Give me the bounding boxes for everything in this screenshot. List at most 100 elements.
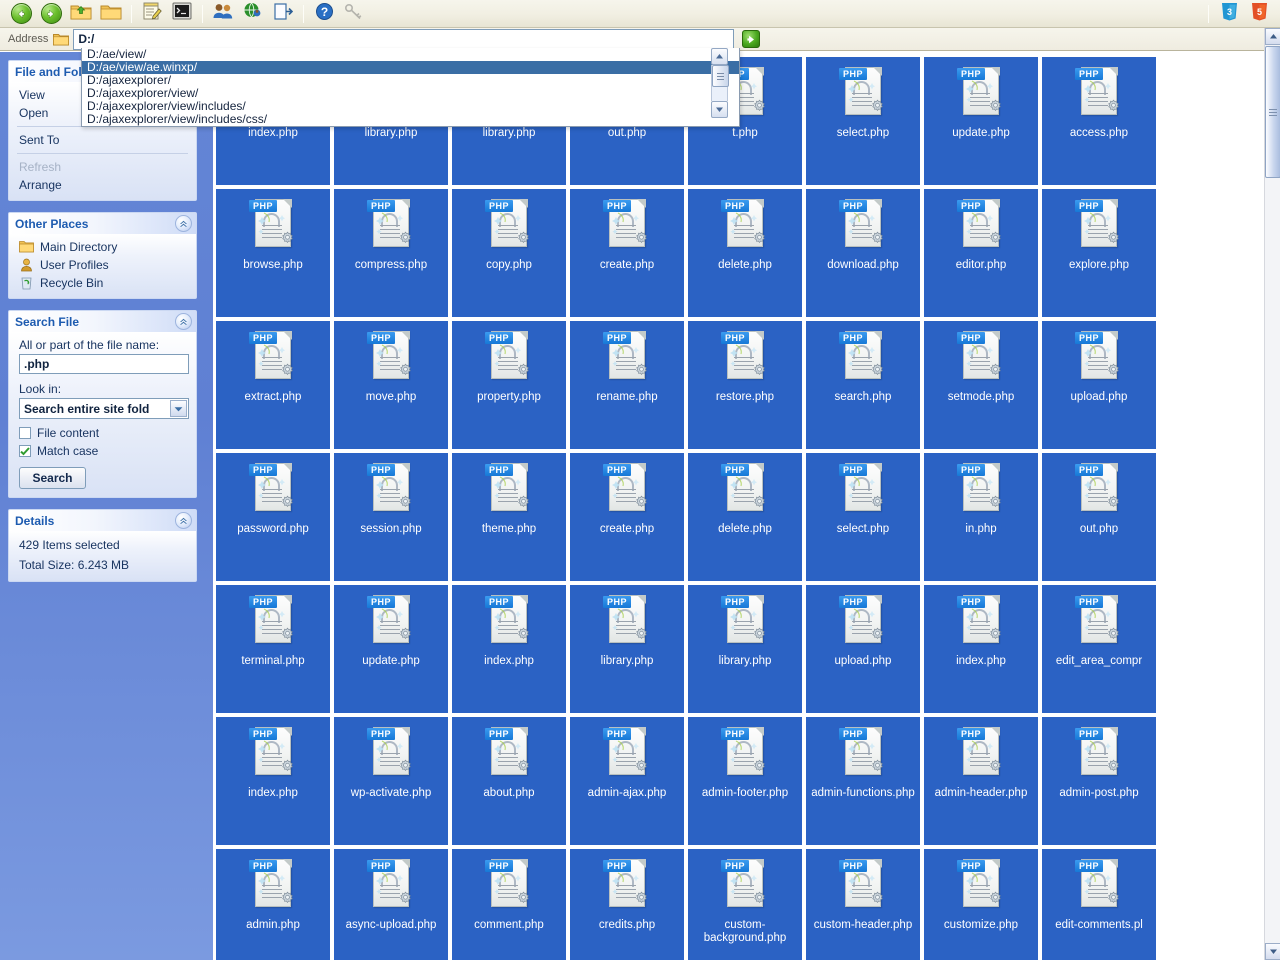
suggestion-item[interactable]: D:/ajaxexplorer/view/includes/css/ — [82, 113, 739, 126]
file-item[interactable]: PHP edit_area_compr — [1042, 585, 1156, 713]
file-item[interactable]: PHP select.php — [806, 57, 920, 185]
file-item[interactable]: PHP theme.php — [452, 453, 566, 581]
collapse-toggle-search-file[interactable] — [175, 313, 192, 330]
search-file-content-checkbox[interactable] — [19, 427, 31, 439]
file-list-area[interactable]: PHP index.php PHP library.php PHP library.php… — [213, 52, 1264, 960]
dropdown-scroll-thumb[interactable] — [712, 65, 729, 87]
other-place-recycle-bin[interactable]: Recycle Bin — [9, 274, 196, 292]
scroll-up-button[interactable] — [1265, 28, 1280, 45]
file-item[interactable]: PHP upload.php — [1042, 321, 1156, 449]
back-button[interactable] — [6, 1, 36, 27]
css3-badge[interactable]: 3 — [1214, 1, 1244, 27]
file-item[interactable]: PHP delete.php — [688, 189, 802, 317]
go-button[interactable] — [742, 30, 761, 48]
panel-header[interactable]: Search File — [9, 311, 196, 332]
file-item[interactable]: PHP upload.php — [806, 585, 920, 713]
file-item[interactable]: PHP wp-activate.php — [334, 717, 448, 845]
up-folder-button[interactable] — [66, 1, 96, 27]
dropdown-scroll-down-button[interactable] — [711, 101, 728, 118]
file-item[interactable]: PHP index.php — [452, 585, 566, 713]
edit-button[interactable] — [137, 1, 167, 27]
search-file-content-checkbox-row[interactable]: File content — [9, 424, 196, 442]
file-item[interactable]: PHP admin-footer.php — [688, 717, 802, 845]
file-item[interactable]: PHP edit-comments.pl — [1042, 849, 1156, 960]
search-button[interactable]: Search — [19, 467, 86, 489]
dropdown-scroll-track[interactable] — [711, 65, 729, 101]
file-item[interactable]: PHP out.php — [1042, 453, 1156, 581]
address-input[interactable] — [73, 28, 735, 50]
file-item[interactable]: PHP admin-post.php — [1042, 717, 1156, 845]
file-item[interactable]: PHP in.php — [924, 453, 1038, 581]
file-item[interactable]: PHP custom-header.php — [806, 849, 920, 960]
file-item[interactable]: PHP copy.php — [452, 189, 566, 317]
network-button[interactable] — [238, 1, 268, 27]
dropdown-scrollbar[interactable] — [711, 48, 729, 118]
file-item[interactable]: PHP create.php — [570, 189, 684, 317]
other-place-user-profiles[interactable]: User Profiles — [9, 256, 196, 274]
panel-header[interactable]: Other Places — [9, 213, 196, 234]
file-item[interactable]: PHP password.php — [216, 453, 330, 581]
file-item[interactable]: PHP library.php — [688, 585, 802, 713]
file-item[interactable]: PHP custom-background.php — [688, 849, 802, 960]
search-match-case-checkbox-row[interactable]: Match case — [9, 442, 196, 460]
file-item[interactable]: PHP extract.php — [216, 321, 330, 449]
select-dropdown-arrow[interactable] — [170, 400, 187, 417]
suggestion-item[interactable]: D:/ae/view/ae.winxp/ — [82, 61, 739, 74]
file-item[interactable]: PHP setmode.php — [924, 321, 1038, 449]
file-item[interactable]: PHP index.php — [924, 585, 1038, 713]
file-item[interactable]: PHP admin.php — [216, 849, 330, 960]
search-lookin-select[interactable]: Search entire site fold — [19, 398, 189, 419]
collapse-toggle-details[interactable] — [175, 512, 192, 529]
file-item[interactable]: PHP update.php — [334, 585, 448, 713]
scrollbar-thumb[interactable] — [1265, 46, 1280, 178]
file-item[interactable]: PHP admin-header.php — [924, 717, 1038, 845]
file-item[interactable]: PHP select.php — [806, 453, 920, 581]
file-item[interactable]: PHP search.php — [806, 321, 920, 449]
file-item[interactable]: PHP editor.php — [924, 189, 1038, 317]
file-item[interactable]: PHP admin-ajax.php — [570, 717, 684, 845]
new-folder-button[interactable] — [96, 1, 126, 27]
file-item[interactable]: PHP move.php — [334, 321, 448, 449]
php-file-icon: PHP — [485, 593, 533, 649]
file-task-sent-to[interactable]: Sent To — [9, 131, 196, 149]
collapse-toggle-other-places[interactable] — [175, 215, 192, 232]
file-item[interactable]: PHP delete.php — [688, 453, 802, 581]
file-item[interactable]: PHP about.php — [452, 717, 566, 845]
file-item[interactable]: PHP credits.php — [570, 849, 684, 960]
file-item[interactable]: PHP customize.php — [924, 849, 1038, 960]
file-item[interactable]: PHP download.php — [806, 189, 920, 317]
help-button[interactable]: ? — [309, 1, 339, 27]
console-button[interactable] — [167, 1, 197, 27]
logout-button[interactable] — [268, 1, 298, 27]
other-place-main-directory[interactable]: Main Directory — [9, 238, 196, 256]
file-item[interactable]: PHP index.php — [216, 717, 330, 845]
file-item[interactable]: PHP restore.php — [688, 321, 802, 449]
file-item[interactable]: PHP rename.php — [570, 321, 684, 449]
dropdown-scroll-up-button[interactable] — [711, 48, 728, 65]
file-item[interactable]: PHP library.php — [570, 585, 684, 713]
gear-icon — [518, 759, 529, 771]
scroll-down-button[interactable] — [1265, 943, 1280, 960]
file-item[interactable]: PHP update.php — [924, 57, 1038, 185]
file-item[interactable]: PHP browse.php — [216, 189, 330, 317]
file-item[interactable]: PHP property.php — [452, 321, 566, 449]
file-item[interactable]: PHP async-upload.php — [334, 849, 448, 960]
file-item[interactable]: PHP compress.php — [334, 189, 448, 317]
search-filename-input[interactable] — [19, 354, 189, 374]
file-item[interactable]: PHP admin-functions.php — [806, 717, 920, 845]
users-button[interactable] — [208, 1, 238, 27]
file-item[interactable]: PHP explore.php — [1042, 189, 1156, 317]
file-item[interactable]: PHP create.php — [570, 453, 684, 581]
vertical-scrollbar[interactable] — [1264, 28, 1280, 960]
file-item[interactable]: PHP comment.php — [452, 849, 566, 960]
forward-button[interactable] — [36, 1, 66, 27]
file-item[interactable]: PHP terminal.php — [216, 585, 330, 713]
search-match-case-checkbox[interactable] — [19, 445, 31, 457]
file-task-arrange[interactable]: Arrange — [9, 176, 196, 194]
panel-header[interactable]: Details — [9, 510, 196, 531]
file-item[interactable]: PHP session.php — [334, 453, 448, 581]
address-label: Address — [8, 33, 49, 45]
tools-button[interactable] — [339, 1, 369, 27]
html5-badge[interactable]: 5 — [1244, 1, 1274, 27]
file-item[interactable]: PHP access.php — [1042, 57, 1156, 185]
